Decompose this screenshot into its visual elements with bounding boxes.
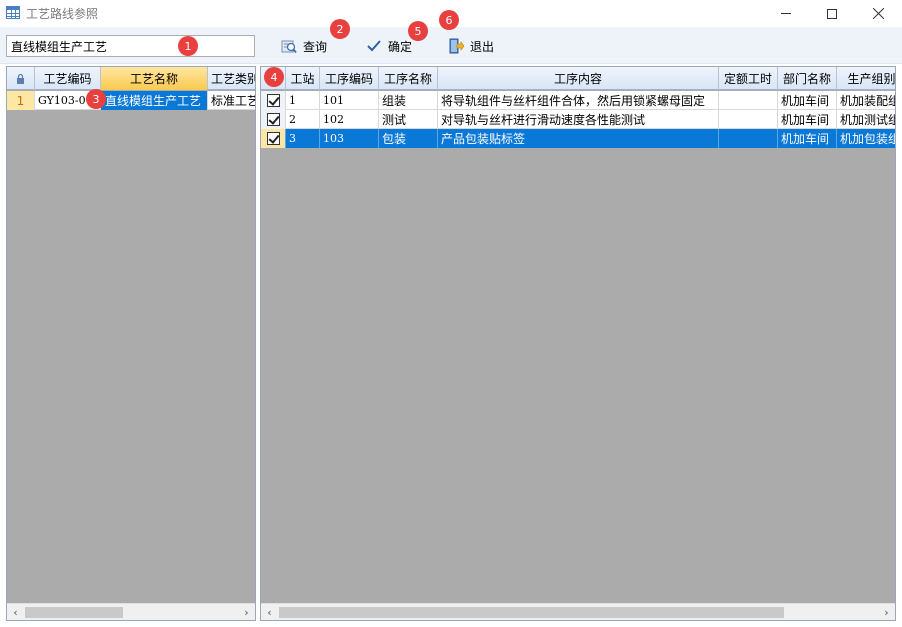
column-header-process-code[interactable]: 工序编码 — [320, 67, 379, 90]
confirm-button[interactable]: 确定 — [366, 35, 412, 57]
production-group-cell[interactable]: 机加装配组 — [837, 91, 895, 110]
lock-icon — [17, 73, 24, 84]
standard-hours-cell[interactable] — [719, 129, 778, 148]
close-icon — [872, 8, 884, 19]
station-cell[interactable]: 1 — [286, 91, 320, 110]
column-header-route-code[interactable]: 工艺编码 — [35, 67, 101, 90]
row-checkbox[interactable] — [261, 129, 286, 148]
route-name-cell[interactable]: 直线模组生产工艺 — [101, 91, 208, 110]
column-header-station[interactable]: 工站 — [286, 67, 320, 90]
checkbox-checked-icon[interactable] — [266, 113, 280, 126]
exit-label: 退出 — [470, 39, 495, 54]
standard-hours-cell[interactable] — [719, 91, 778, 110]
annotation-badge-6: 6 — [439, 10, 459, 30]
search-input[interactable] — [6, 35, 255, 57]
scroll-left-icon[interactable]: ‹ — [7, 604, 24, 620]
column-header-route-category[interactable]: 工艺类别 — [208, 67, 255, 90]
scroll-left-icon[interactable]: ‹ — [261, 604, 278, 620]
confirm-label: 确定 — [388, 39, 413, 54]
process-grid[interactable]: 工站 工序编码 工序名称 工序内容 定额工时 部门名称 生产组别 1 101 组… — [260, 66, 896, 621]
column-header-process-content[interactable]: 工序内容 — [438, 67, 719, 90]
lock-header-cell[interactable] — [7, 67, 35, 90]
window-title: 工艺路线参照 — [26, 7, 99, 21]
scrollbar-thumb[interactable] — [25, 607, 123, 618]
checkmark-icon — [367, 40, 381, 52]
process-name-cell[interactable]: 包装 — [379, 129, 438, 148]
department-cell[interactable]: 机加车间 — [778, 91, 837, 110]
table-icon — [6, 6, 20, 19]
column-header-department[interactable]: 部门名称 — [778, 67, 837, 90]
checkbox-checked-icon[interactable] — [266, 132, 280, 145]
route-grid-header: 工艺编码 工艺名称 工艺类别 — [7, 67, 255, 90]
route-grid[interactable]: 工艺编码 工艺名称 工艺类别 1 GY103-001 直线模组生产工艺 标准工艺… — [6, 66, 256, 621]
row-index: 1 — [7, 91, 35, 110]
minimize-button[interactable] — [763, 0, 809, 27]
minimize-icon — [781, 13, 791, 14]
column-header-process-name[interactable]: 工序名称 — [379, 67, 438, 90]
process-code-cell[interactable]: 102 — [320, 110, 379, 129]
route-category-cell[interactable]: 标准工艺 — [208, 91, 255, 110]
standard-hours-cell[interactable] — [719, 110, 778, 129]
scrollbar-thumb[interactable] — [279, 607, 784, 618]
process-code-cell[interactable]: 103 — [320, 129, 379, 148]
annotation-badge-5: 5 — [408, 21, 428, 41]
table-row[interactable]: 1 101 组装 将导轨组件与丝杆组件合体，然后用锁紧螺母固定 机加车间 机加装… — [261, 91, 895, 110]
scroll-right-icon[interactable]: › — [878, 604, 895, 620]
column-header-route-name[interactable]: 工艺名称 — [101, 67, 208, 90]
annotation-badge-3: 3 — [86, 89, 106, 109]
horizontal-scrollbar[interactable]: ‹ › — [7, 603, 255, 620]
maximize-button[interactable] — [809, 0, 855, 27]
maximize-icon — [827, 8, 837, 19]
exit-door-icon — [449, 38, 464, 54]
row-checkbox[interactable] — [261, 110, 286, 129]
station-cell[interactable]: 2 — [286, 110, 320, 129]
query-icon — [281, 40, 297, 54]
table-row[interactable]: 1 GY103-001 直线模组生产工艺 标准工艺 — [7, 91, 255, 110]
production-group-cell[interactable]: 机加包装组 — [837, 129, 895, 148]
scroll-right-icon[interactable]: › — [238, 604, 255, 620]
row-checkbox[interactable] — [261, 91, 286, 110]
department-cell[interactable]: 机加车间 — [778, 110, 837, 129]
annotation-badge-2: 2 — [330, 19, 350, 39]
process-content-cell[interactable]: 产品包装贴标签 — [438, 129, 719, 148]
toolbar: 查询 确定 退出 — [0, 27, 902, 64]
process-content-cell[interactable]: 将导轨组件与丝杆组件合体，然后用锁紧螺母固定 — [438, 91, 719, 110]
process-name-cell[interactable]: 组装 — [379, 91, 438, 110]
station-cell[interactable]: 3 — [286, 129, 320, 148]
table-row-selected[interactable]: 3 103 包装 产品包装贴标签 机加车间 机加包装组 — [261, 129, 895, 148]
department-cell[interactable]: 机加车间 — [778, 129, 837, 148]
table-row[interactable]: 2 102 测试 对导轨与丝杆进行滑动速度各性能测试 机加车间 机加测试组 — [261, 110, 895, 129]
annotation-badge-4: 4 — [264, 67, 284, 87]
process-grid-header: 工站 工序编码 工序名称 工序内容 定额工时 部门名称 生产组别 — [261, 67, 895, 90]
column-header-production-group[interactable]: 生产组别 — [837, 67, 895, 90]
close-button[interactable] — [855, 0, 901, 27]
exit-button[interactable]: 退出 — [448, 35, 494, 57]
checkbox-checked-icon[interactable] — [266, 94, 280, 107]
annotation-badge-1: 1 — [178, 36, 198, 56]
query-label: 查询 — [303, 39, 328, 54]
horizontal-scrollbar[interactable]: ‹ › — [261, 603, 895, 620]
column-header-standard-hours[interactable]: 定额工时 — [719, 67, 778, 90]
process-content-cell[interactable]: 对导轨与丝杆进行滑动速度各性能测试 — [438, 110, 719, 129]
query-button[interactable]: 查询 — [281, 35, 327, 57]
process-code-cell[interactable]: 101 — [320, 91, 379, 110]
process-name-cell[interactable]: 测试 — [379, 110, 438, 129]
production-group-cell[interactable]: 机加测试组 — [837, 110, 895, 129]
